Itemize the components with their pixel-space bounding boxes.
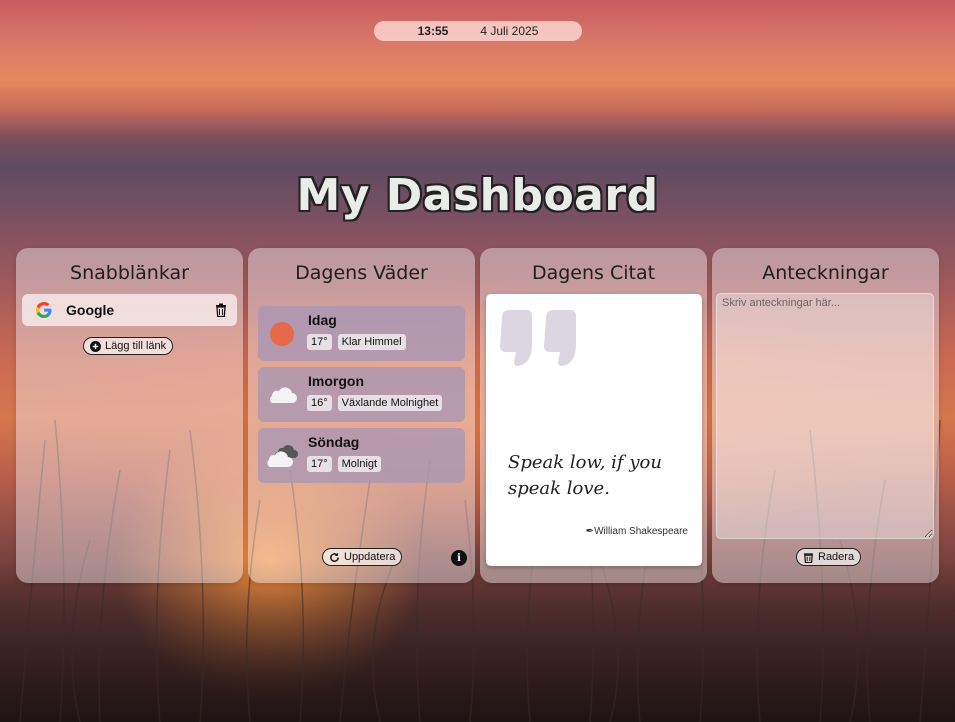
quote-mark-icon bbox=[500, 310, 576, 366]
notes-textarea[interactable] bbox=[716, 293, 934, 539]
clock-bar: 13:55 4 Juli 2025 bbox=[374, 21, 582, 41]
weather-day-label: Söndag bbox=[308, 434, 360, 450]
notes-card: Anteckningar Radera bbox=[712, 248, 939, 583]
weather-day-label: Idag bbox=[308, 312, 337, 328]
weather-temp: 16° bbox=[307, 395, 332, 411]
weather-temp: 17° bbox=[307, 334, 332, 350]
weather-day-label: Imorgon bbox=[308, 373, 364, 389]
clock-time: 13:55 bbox=[417, 24, 449, 38]
quote-author: ✒William Shakespeare bbox=[586, 526, 688, 537]
clear-notes-button[interactable]: Radera bbox=[796, 548, 862, 566]
refresh-icon bbox=[330, 552, 339, 562]
weather-day-sunday: Söndag 17° Molnigt bbox=[258, 428, 465, 483]
weather-temp: 17° bbox=[307, 456, 332, 472]
weather-day-today: Idag 17° Klar Himmel bbox=[258, 306, 465, 361]
weather-desc: Växlande Molnighet bbox=[337, 395, 443, 411]
page-title: My Dashboard bbox=[296, 170, 659, 221]
quote-card-title: Dagens Citat bbox=[531, 262, 656, 284]
links-card: Snabblänkar Google Lägg till länk bbox=[16, 248, 243, 583]
weather-desc: Klar Himmel bbox=[337, 334, 406, 350]
link-label: Google bbox=[66, 302, 115, 318]
clear-notes-label: Radera bbox=[818, 551, 855, 563]
info-icon[interactable]: i bbox=[451, 550, 467, 566]
quote-author-name: William Shakespeare bbox=[594, 526, 688, 537]
refresh-label: Uppdatera bbox=[344, 551, 396, 563]
weather-card: Dagens Väder Idag 17° Klar Himmel Imorgo… bbox=[248, 248, 475, 583]
google-icon bbox=[36, 302, 52, 318]
refresh-weather-button[interactable]: Uppdatera bbox=[322, 548, 403, 566]
feather-icon: ✒ bbox=[585, 526, 595, 537]
add-link-label: Lägg till länk bbox=[105, 340, 167, 352]
quote-text: Speak low, if you speak love. bbox=[508, 452, 662, 499]
trash-icon bbox=[803, 552, 814, 563]
clock-date: 4 Juli 2025 bbox=[480, 24, 539, 38]
sun-icon bbox=[270, 322, 294, 346]
weather-day-tomorrow: Imorgon 16° Växlande Molnighet bbox=[258, 367, 465, 422]
add-link-button[interactable]: Lägg till länk bbox=[83, 337, 174, 355]
quote-card: Dagens Citat Speak low, if you speak lov… bbox=[480, 248, 707, 583]
links-card-title: Snabblänkar bbox=[70, 262, 189, 284]
weather-card-title: Dagens Väder bbox=[295, 262, 428, 284]
link-item-google[interactable]: Google bbox=[22, 294, 237, 326]
clouds-icon bbox=[267, 445, 298, 467]
plus-circle-icon bbox=[90, 340, 101, 352]
cloud-icon bbox=[269, 387, 297, 403]
weather-desc: Molnigt bbox=[337, 456, 382, 472]
quote-box: Speak low, if you speak love. ✒William S… bbox=[486, 294, 702, 566]
trash-icon[interactable] bbox=[215, 303, 227, 317]
notes-card-title: Anteckningar bbox=[762, 262, 889, 284]
